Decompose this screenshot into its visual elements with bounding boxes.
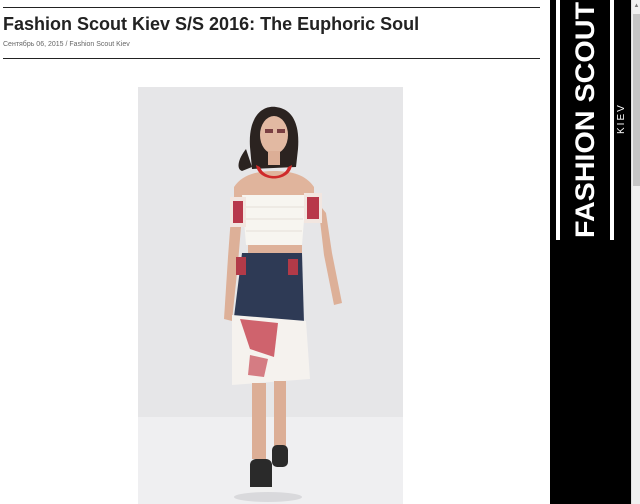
page-scrollbar[interactable]: ▲ — [631, 0, 640, 504]
category-link[interactable]: Fashion Scout Kiev — [69, 41, 129, 48]
scrollbar-thumb[interactable] — [633, 14, 640, 186]
sidebar: FASHION SCOUT KIEV — [550, 0, 631, 504]
logo-main-text: FASHION SCOUT — [570, 1, 600, 238]
scroll-up-arrow-icon[interactable]: ▲ — [632, 0, 640, 12]
logo-sub-text: KIEV — [616, 103, 627, 134]
meta-divider — [3, 58, 540, 59]
article-meta: Сентябрь 06, 2015 / Fashion Scout Kiev — [3, 41, 130, 48]
top-divider — [3, 7, 540, 8]
fashion-scout-logo[interactable]: FASHION SCOUT KIEV — [550, 0, 631, 240]
article-title[interactable]: Fashion Scout Kiev S/S 2016: The Euphori… — [3, 14, 419, 35]
article-date: Сентябрь 06, 2015 — [3, 41, 64, 48]
runway-photo — [138, 87, 403, 504]
article-column: Fashion Scout Kiev S/S 2016: The Euphori… — [0, 0, 548, 504]
